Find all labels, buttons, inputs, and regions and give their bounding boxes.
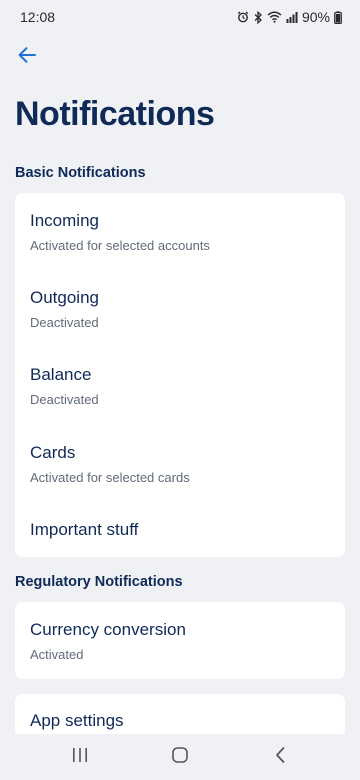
- back-nav-icon: [274, 746, 286, 769]
- notification-item-cards[interactable]: Cards Activated for selected cards: [30, 443, 330, 489]
- notification-item-incoming[interactable]: Incoming Activated for selected accounts: [30, 211, 330, 257]
- item-title: Currency conversion: [30, 620, 186, 639]
- notification-item-outgoing[interactable]: Outgoing Deactivated: [30, 288, 330, 334]
- back-nav-button[interactable]: [260, 744, 300, 770]
- bluetooth-icon: [253, 10, 263, 24]
- basic-notifications-card: Incoming Activated for selected accounts…: [15, 193, 345, 557]
- item-status: Activated for selected accounts: [30, 238, 210, 253]
- item-title: Incoming: [30, 211, 99, 230]
- notification-item-currency-conversion[interactable]: Currency conversion Activated: [30, 620, 330, 666]
- status-icons: 90%: [237, 9, 342, 25]
- alarm-icon: [237, 11, 249, 23]
- section-title-basic: Basic Notifications: [15, 165, 146, 181]
- notification-item-balance[interactable]: Balance Deactivated: [30, 365, 330, 411]
- back-button[interactable]: [12, 43, 42, 71]
- item-status: Deactivated: [30, 392, 99, 407]
- home-button[interactable]: [160, 744, 200, 770]
- arrow-left-icon: [17, 46, 37, 69]
- recents-icon: [71, 747, 89, 768]
- regulatory-notifications-card: Currency conversion Activated: [15, 602, 345, 679]
- item-status: Activated for selected cards: [30, 470, 190, 485]
- item-title: App settings: [30, 711, 124, 730]
- item-status: Activated: [30, 647, 84, 662]
- item-title: Cards: [30, 443, 76, 462]
- app-settings-item[interactable]: App settings: [30, 711, 330, 735]
- page-title: Notifications: [15, 95, 215, 133]
- wifi-icon: [267, 11, 282, 23]
- item-title: Outgoing: [30, 288, 99, 307]
- signal-icon: [286, 11, 298, 23]
- item-status: Deactivated: [30, 315, 99, 330]
- item-title: Balance: [30, 365, 92, 384]
- item-title: Important stuff: [30, 520, 139, 539]
- battery-level: 90%: [301, 9, 330, 25]
- status-time: 12:08: [20, 9, 56, 25]
- recents-button[interactable]: [60, 744, 100, 770]
- status-bar: 12:08 90%: [0, 0, 360, 34]
- system-nav-bar: [0, 734, 360, 780]
- notification-item-important-stuff[interactable]: Important stuff: [30, 520, 330, 544]
- section-title-regulatory: Regulatory Notifications: [15, 574, 183, 590]
- battery-icon: [334, 10, 342, 24]
- home-icon: [171, 746, 189, 769]
